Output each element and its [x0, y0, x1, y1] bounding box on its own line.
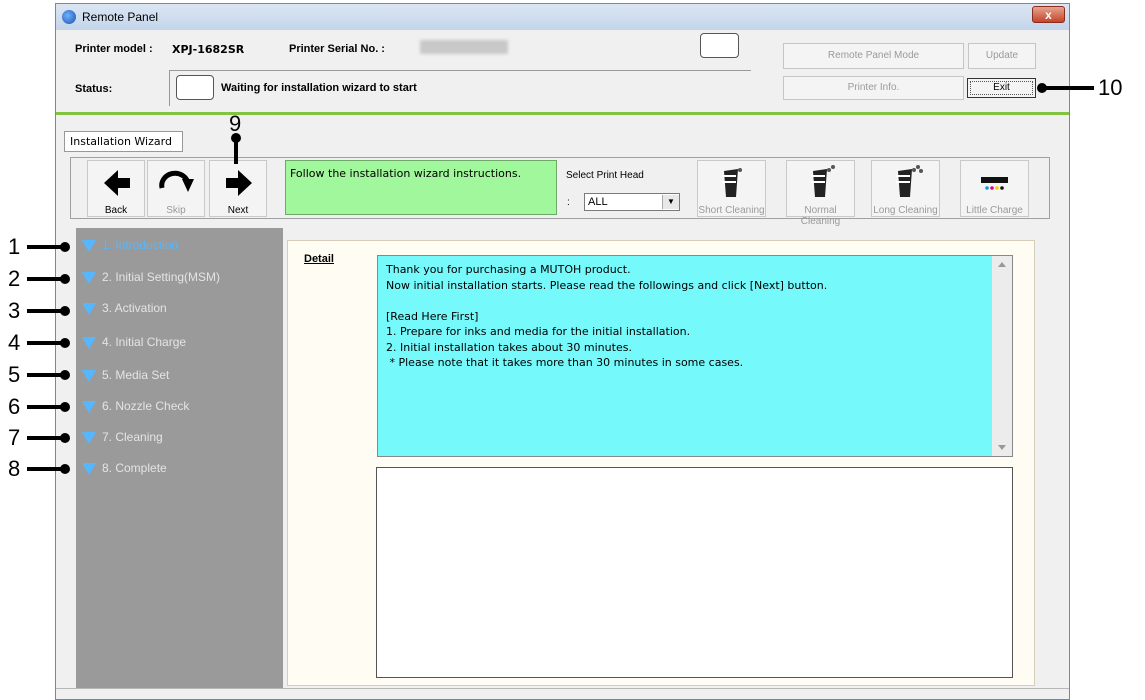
next-label: Next	[227, 205, 249, 216]
status-text: Waiting for installation wizard to start	[221, 82, 417, 94]
instruction-box: Follow the installation wizard instructi…	[285, 160, 557, 215]
short-cleaning-label: Short Cleaning	[698, 205, 765, 216]
normal-cleaning-label: Normal Cleaning	[800, 205, 841, 227]
callout-line	[234, 138, 238, 164]
title-bar	[56, 4, 1069, 30]
callout-line	[27, 467, 63, 471]
callout-dot	[60, 464, 70, 474]
step-label: 8. Complete	[102, 461, 167, 475]
indicator-box-top	[700, 33, 739, 58]
little-charge-label: Little Charge	[966, 205, 1023, 216]
callout-number: 5	[8, 362, 21, 387]
header-divider	[169, 70, 751, 71]
callout-line	[27, 309, 63, 313]
exit-focus-ring	[970, 81, 1033, 95]
step-label: 5. Media Set	[102, 368, 170, 382]
callout-number: 4	[8, 330, 21, 355]
triangle-down-icon	[82, 400, 96, 413]
bottom-divider	[56, 688, 1069, 689]
close-button[interactable]: x	[1032, 6, 1065, 23]
status-indicator-box	[176, 75, 214, 100]
scroll-up-icon[interactable]	[998, 262, 1006, 267]
triangle-down-icon	[82, 336, 96, 349]
callout-dot	[60, 402, 70, 412]
triangle-down-icon	[82, 462, 96, 475]
callout-number: 6	[8, 394, 21, 419]
callout-number: 10	[1098, 75, 1123, 100]
step-item[interactable]: 8. Complete	[82, 459, 167, 477]
callout-line	[1040, 86, 1094, 90]
app-logo-icon	[62, 10, 76, 24]
step-item[interactable]: 4. Initial Charge	[82, 333, 186, 351]
steps-panel	[76, 228, 283, 688]
short-cleaning-icon	[722, 168, 742, 197]
redo-arrow-icon	[159, 170, 194, 192]
skip-label: Skip	[166, 205, 186, 216]
triangle-down-icon	[82, 271, 96, 284]
callout-number: 1	[8, 234, 21, 259]
step-item[interactable]: 6. Nozzle Check	[82, 397, 189, 415]
callout-number: 7	[8, 425, 21, 450]
detail-textbox[interactable]: Thank you for purchasing a MUTOH product…	[377, 255, 1013, 457]
update-button[interactable]: Update	[968, 43, 1036, 69]
step-label: 4. Initial Charge	[102, 335, 187, 349]
detail-scrollbar[interactable]	[992, 256, 1012, 456]
step-label: 1. Introduction	[102, 238, 179, 252]
step-label: 6. Nozzle Check	[102, 399, 190, 413]
accent-divider	[56, 112, 1069, 115]
window-title: Remote Panel	[82, 10, 159, 24]
callout-line	[27, 341, 63, 345]
detail-label: Detail	[304, 253, 334, 265]
triangle-down-icon	[82, 302, 96, 315]
step-item[interactable]: 7. Cleaning	[82, 428, 163, 446]
arrow-left-icon	[104, 170, 130, 196]
serial-label: Printer Serial No. :	[289, 43, 385, 55]
printer-info-button[interactable]: Printer Info.	[783, 76, 964, 100]
callout-line	[27, 373, 63, 377]
step-label: 7. Cleaning	[102, 430, 163, 444]
arrow-right-icon	[226, 170, 252, 196]
callout-dot	[60, 370, 70, 380]
callout-number: 2	[8, 266, 21, 291]
callout-dot	[60, 274, 70, 284]
step-label: 2. Initial Setting(MSM)	[102, 270, 221, 284]
printer-model-value: XPJ-1682SR	[172, 43, 245, 56]
step-item[interactable]: 3. Activation	[82, 299, 167, 317]
callout-dot	[60, 338, 70, 348]
step-label: 3. Activation	[102, 301, 167, 315]
long-cleaning-icon	[896, 165, 923, 197]
back-label: Back	[104, 205, 128, 216]
step-item[interactable]: 5. Media Set	[82, 366, 169, 384]
scroll-down-icon[interactable]	[998, 445, 1006, 450]
log-output-box[interactable]	[376, 467, 1013, 678]
callout-dot	[60, 242, 70, 252]
triangle-down-icon	[82, 431, 96, 444]
callout-number: 3	[8, 298, 21, 323]
callout-line	[27, 245, 63, 249]
callout-line	[27, 436, 63, 440]
long-cleaning-label: Long Cleaning	[873, 205, 938, 216]
callout-line	[27, 405, 63, 409]
callout-dot	[60, 306, 70, 316]
triangle-down-icon	[82, 369, 96, 382]
select-print-head-label: Select Print Head	[566, 170, 644, 181]
printer-model-label: Printer model :	[75, 43, 153, 55]
remote-panel-mode-button[interactable]: Remote Panel Mode	[783, 43, 964, 69]
little-charge-icon	[981, 177, 1008, 190]
step-item[interactable]: 2. Initial Setting(MSM)	[82, 268, 220, 286]
status-divider	[169, 70, 170, 106]
select-colon: :	[567, 197, 570, 208]
tab-installation-wizard[interactable]: Installation Wizard	[64, 131, 183, 152]
callout-dot	[1037, 83, 1047, 93]
serial-value-redacted	[420, 40, 508, 54]
chevron-down-icon[interactable]: ▼	[662, 195, 679, 209]
callout-dot	[60, 433, 70, 443]
callout-line	[27, 277, 63, 281]
status-label: Status:	[75, 83, 113, 95]
normal-cleaning-icon	[811, 165, 835, 197]
step-item[interactable]: 1. Introduction	[82, 236, 178, 254]
callout-number: 8	[8, 456, 21, 481]
triangle-down-icon	[82, 239, 96, 252]
print-head-value: ALL	[588, 196, 608, 208]
